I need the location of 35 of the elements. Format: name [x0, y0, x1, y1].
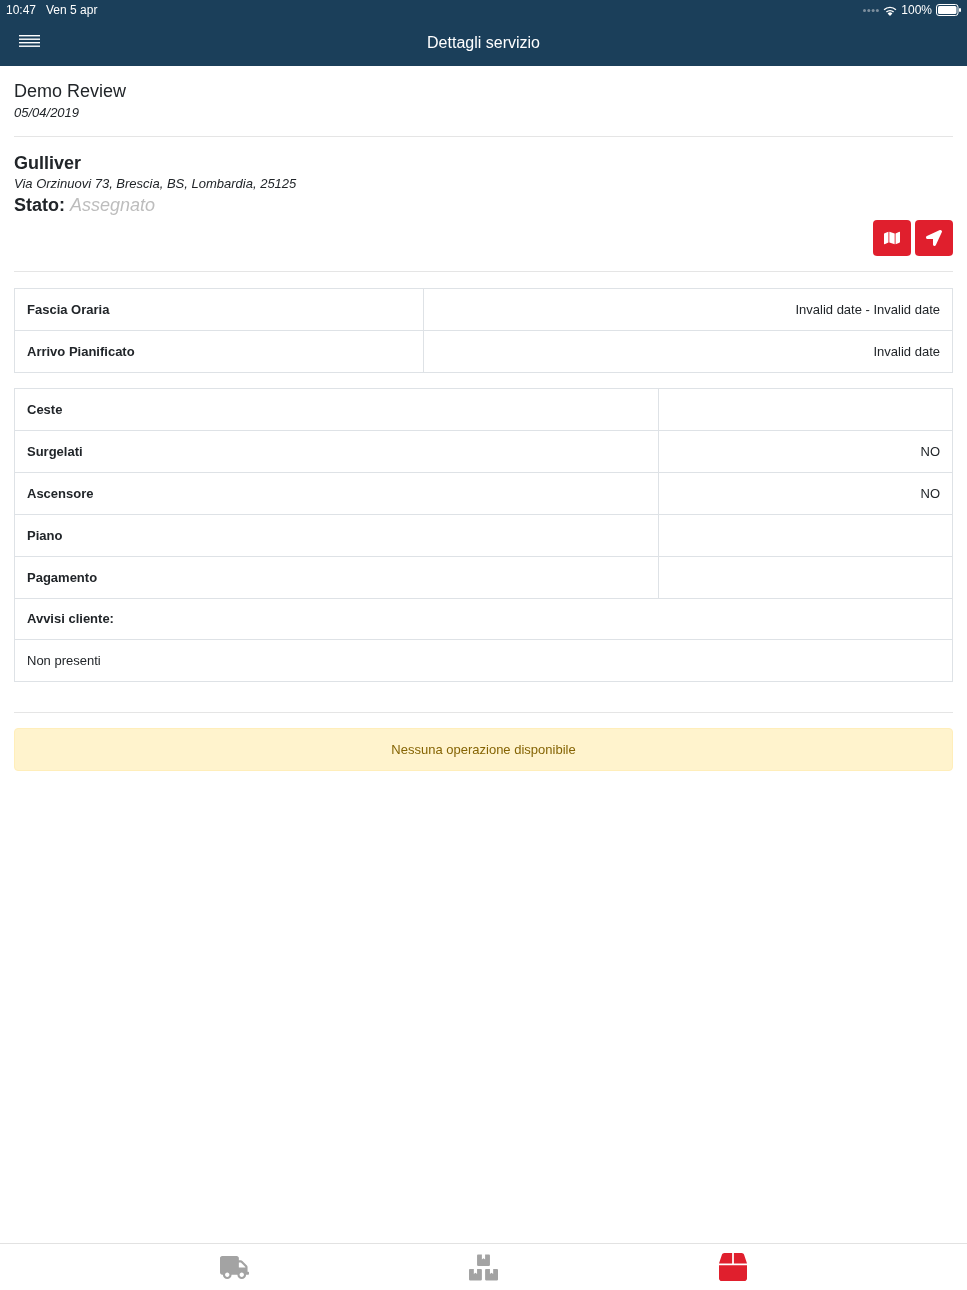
table-cell: Surgelati [15, 431, 659, 472]
table-cell-text: Invalid date - Invalid date [794, 300, 941, 319]
table-cell: Fascia Oraria [15, 289, 424, 330]
table-cell-text: Non presenti [26, 651, 102, 670]
table-cell: Ceste [15, 389, 659, 430]
status-label: Stato: [14, 194, 65, 217]
table-cell: Arrivo Pianificato [15, 331, 424, 372]
table-cell-text: Invalid date [872, 342, 941, 361]
location-arrow-icon [926, 230, 942, 246]
service-date: 05/04/2019 [14, 104, 80, 122]
navigate-button[interactable] [915, 220, 953, 256]
menu-icon [19, 35, 40, 47]
box-icon [718, 1253, 747, 1281]
table-cell: Ascensore [15, 473, 659, 514]
signal-dots-icon [863, 8, 880, 12]
table-cell-text: NO [919, 484, 941, 503]
battery-percentage: 100% [901, 2, 932, 19]
status-date: Ven 5 apr [46, 2, 98, 19]
table-cell-text: NO [919, 442, 941, 461]
status-time: 10:47 [6, 2, 37, 19]
service-name: Demo Review [14, 80, 127, 103]
table-cell: Piano [15, 515, 659, 556]
status-value: Assegnato [70, 194, 156, 217]
battery-icon [936, 4, 961, 16]
boxes-icon [469, 1252, 498, 1282]
customer-name: Gulliver [14, 152, 82, 175]
map-icon [884, 230, 900, 246]
page-title: Dettagli servizio [427, 33, 540, 53]
table-cell: Avvisi cliente: [15, 599, 952, 640]
map-button[interactable] [873, 220, 911, 256]
wifi-icon [883, 4, 898, 16]
alert-message: Nessuna operazione disponibile [14, 728, 953, 771]
menu-button[interactable] [19, 35, 40, 47]
customer-address: Via Orzinuovi 73, Brescia, BS, Lombardia, 25125 [14, 175, 297, 193]
table-cell: Pagamento [15, 557, 659, 598]
